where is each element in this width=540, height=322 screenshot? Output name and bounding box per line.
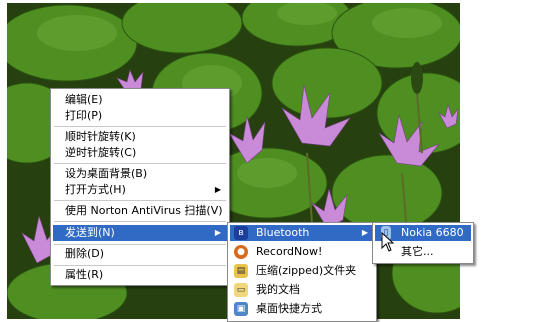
menu-item-label: 属性(R) — [65, 268, 104, 281]
menu-separator — [54, 200, 226, 201]
sendto-item-desktop-shortcut[interactable]: ▣ 桌面快捷方式 — [230, 301, 374, 317]
menu-item-label: Nokia 6680 — [401, 226, 464, 239]
sendto-item-my-documents[interactable]: ▭ 我的文档 — [230, 282, 374, 298]
menu-item-rotate-clockwise[interactable]: 顺时针旋转(K) — [53, 129, 227, 145]
sendto-item-bluetooth[interactable]: ʙ Bluetooth ▶ — [230, 225, 374, 241]
menu-separator — [54, 221, 226, 222]
menu-item-label: 顺时针旋转(K) — [65, 130, 136, 143]
menu-separator — [54, 265, 226, 266]
menu-item-label: 打开方式(H) — [65, 183, 126, 196]
sendto-submenu: ʙ Bluetooth ▶ ● RecordNow! ▤ 压缩(zipped)文… — [227, 222, 377, 322]
menu-item-label: 其它... — [401, 245, 434, 258]
menu-item-label: RecordNow! — [256, 245, 323, 258]
context-menu: 编辑(E) 打印(P) 顺时针旋转(K) 逆时针旋转(C) 设为桌面背景(B) … — [50, 88, 230, 286]
menu-item-send-to[interactable]: 发送到(N) ▶ — [53, 225, 227, 241]
menu-item-set-desktop-background[interactable]: 设为桌面背景(B) — [53, 166, 227, 182]
submenu-arrow-icon: ▶ — [214, 185, 221, 194]
bluetooth-icon: ʙ — [234, 226, 248, 240]
menu-item-rotate-counterclockwise[interactable]: 逆时针旋转(C) — [53, 145, 227, 161]
menu-separator — [54, 126, 226, 127]
menu-item-label: 设为桌面背景(B) — [65, 167, 148, 180]
menu-item-label: 使用 Norton AntiVirus 扫描(V) — [65, 204, 223, 217]
menu-separator — [54, 244, 226, 245]
menu-item-delete[interactable]: 删除(D) — [53, 246, 227, 262]
menu-item-label: 我的文档 — [256, 283, 300, 296]
zip-folder-icon: ▤ — [234, 264, 248, 278]
submenu-arrow-icon: ▶ — [361, 228, 368, 237]
menu-item-label: 删除(D) — [65, 247, 105, 260]
menu-item-label: 打印(P) — [65, 109, 103, 122]
menu-item-label: Bluetooth — [256, 226, 310, 239]
menu-item-properties[interactable]: 属性(R) — [53, 267, 227, 283]
menu-item-label: 桌面快捷方式 — [256, 302, 322, 315]
sendto-item-zip-folder[interactable]: ▤ 压缩(zipped)文件夹 — [230, 263, 374, 279]
my-documents-icon: ▭ — [234, 283, 248, 297]
mouse-cursor-icon — [381, 232, 395, 252]
recordnow-icon: ● — [234, 245, 248, 259]
menu-item-label: 压缩(zipped)文件夹 — [256, 264, 357, 277]
menu-item-label: 编辑(E) — [65, 93, 103, 106]
desktop-shortcut-icon: ▣ — [234, 302, 248, 316]
menu-item-print[interactable]: 打印(P) — [53, 108, 227, 124]
submenu-arrow-icon: ▶ — [214, 228, 221, 237]
menu-item-label: 发送到(N) — [65, 226, 115, 239]
menu-item-open-with[interactable]: 打开方式(H) ▶ — [53, 182, 227, 198]
menu-item-norton-scan[interactable]: 使用 Norton AntiVirus 扫描(V) — [53, 203, 227, 219]
menu-separator — [54, 163, 226, 164]
menu-item-label: 逆时针旋转(C) — [65, 146, 137, 159]
sendto-item-recordnow[interactable]: ● RecordNow! — [230, 244, 374, 260]
menu-item-edit[interactable]: 编辑(E) — [53, 92, 227, 108]
